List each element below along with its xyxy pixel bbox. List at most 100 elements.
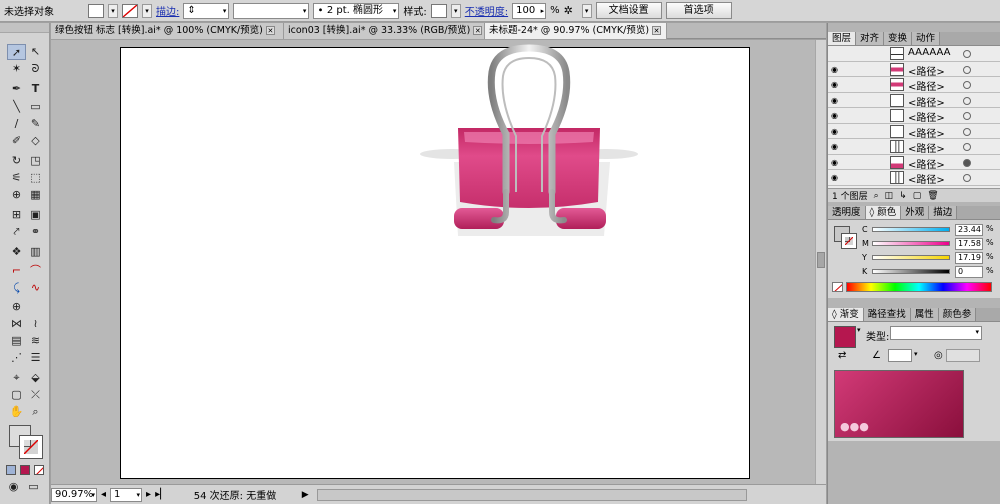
next-page-icon[interactable]: ▸	[146, 489, 151, 500]
wave-tool-icon[interactable]: ≀	[26, 316, 45, 332]
tab-align[interactable]: 对齐	[856, 32, 885, 45]
layer-row[interactable]: AAAAAA	[828, 46, 1000, 62]
none-color-icon[interactable]	[832, 282, 843, 292]
fill-dropdown[interactable]: ▾	[108, 3, 118, 18]
close-tab-icon[interactable]: ✕	[473, 26, 483, 35]
magenta-slider[interactable]: M 17.58%	[828, 238, 1000, 252]
scale-tool-icon[interactable]: ◳	[26, 153, 45, 169]
list-tool-icon[interactable]: ☰	[26, 350, 45, 366]
color-spectrum[interactable]	[846, 282, 992, 292]
draw-normal-icon[interactable]: ◉	[4, 479, 23, 495]
stroke-weight-field[interactable]: ⇕ ▾	[183, 2, 230, 19]
close-tab-icon[interactable]: ✕	[265, 26, 275, 35]
live-paint-select-tool-icon[interactable]: ⬙	[26, 370, 45, 386]
blob-brush-tool-icon[interactable]: ✐	[7, 133, 26, 149]
layer-row[interactable]: ◉ <路径>	[828, 170, 1000, 186]
tab-pathfinder[interactable]: 路径查找	[863, 308, 911, 321]
target-icon[interactable]	[963, 65, 971, 74]
cyan-value[interactable]: 23.44	[955, 224, 983, 236]
tab-actions[interactable]: 动作	[912, 32, 941, 45]
delete-layer-icon[interactable]: 🗑	[927, 191, 938, 201]
pencil-tool-icon[interactable]: ✎	[26, 116, 45, 132]
magenta-track[interactable]	[872, 241, 950, 246]
scroll-thumb[interactable]	[817, 252, 825, 268]
tab-stroke[interactable]: 描边	[929, 206, 958, 219]
width-tool-icon[interactable]: ⚟	[7, 170, 26, 186]
blend-tool-icon[interactable]: ⚭	[26, 224, 45, 240]
eye-icon[interactable]: ◉	[831, 65, 838, 74]
selection-tool-icon[interactable]: ➚	[7, 44, 26, 60]
target-icon[interactable]	[963, 143, 971, 151]
toolbox-grip[interactable]	[0, 23, 49, 33]
line-tool-icon[interactable]: ╲	[7, 99, 26, 115]
pen-tool-icon[interactable]: ✒	[7, 81, 26, 97]
target-icon[interactable]	[963, 174, 971, 182]
column-graph-tool-icon[interactable]: ▥	[26, 244, 45, 260]
layer-row[interactable]: ◉ <路径>	[828, 123, 1000, 140]
tab-attributes[interactable]: 属性	[910, 308, 939, 321]
recolor-dropdown[interactable]: ▾	[581, 3, 592, 18]
hand-tool-icon[interactable]: ✋	[7, 404, 26, 420]
black-slider[interactable]: K 0%	[828, 266, 1000, 280]
eyedropper-tool-icon[interactable]: ⤤	[7, 224, 26, 240]
style-dropdown[interactable]: ▾	[450, 3, 461, 18]
live-paint-tool-icon[interactable]: ⌖	[7, 370, 26, 386]
perspective-grid-tool-icon[interactable]: ▦	[26, 187, 45, 203]
eye-icon[interactable]: ◉	[831, 96, 838, 105]
direct-selection-tool-icon[interactable]: ↖	[26, 44, 45, 60]
status-menu-icon[interactable]: ▶	[302, 490, 309, 500]
document-tab-1[interactable]: icon03 [转换].ai* @ 33.33% (RGB/预览) ✕	[284, 23, 485, 39]
style-swatch[interactable]	[430, 3, 447, 18]
tab-gradient[interactable]: ◊ 渐变	[828, 308, 864, 321]
graph-line-tool-icon[interactable]: ⋰	[7, 350, 26, 366]
knife-tool-icon[interactable]: ⤫	[26, 387, 45, 403]
target-icon[interactable]	[963, 81, 971, 89]
tab-color[interactable]: ◊ 颜色	[865, 206, 902, 219]
gradient-type-select[interactable]: ▾	[890, 326, 982, 340]
yellow-track[interactable]	[872, 255, 950, 260]
yellow-value[interactable]: 17.19	[955, 252, 983, 264]
reverse-gradient-icon[interactable]: ⇄	[838, 350, 846, 361]
target-icon[interactable]	[963, 96, 971, 105]
document-tab-2[interactable]: 未标题-24* @ 90.97% (CMYK/预览) ✕	[485, 23, 667, 39]
stroke-color-swatch[interactable]	[19, 435, 43, 459]
type-tool-icon[interactable]: T	[26, 81, 45, 97]
eye-icon[interactable]: ◉	[831, 173, 838, 182]
new-sublayer-icon[interactable]: ↳	[899, 191, 907, 201]
angle-dropdown[interactable]: ▾	[914, 350, 918, 358]
brush-profile-field[interactable]: ∙ 2 pt. 椭圆形 ▾	[313, 2, 400, 19]
cyan-track[interactable]	[872, 227, 950, 232]
recolor-icon[interactable]: ✲	[564, 4, 578, 17]
opacity-link[interactable]: 不透明度:	[465, 3, 508, 18]
envelope-tool-icon[interactable]: ⋈	[7, 316, 26, 332]
new-layer-icon[interactable]: ▢	[913, 191, 922, 201]
layer-row[interactable]: ◉ <路径>	[828, 139, 1000, 155]
crosshair-tool-icon[interactable]: ⊕	[7, 299, 26, 315]
zoom-field[interactable]: 90.97% ▾	[51, 487, 97, 502]
symbol-sprayer-tool-icon[interactable]: ❖	[7, 244, 26, 260]
zoom-tool-icon[interactable]: ⌕	[26, 404, 45, 420]
target-icon[interactable]	[963, 127, 971, 136]
layer-row[interactable]: ◉ <路径>	[828, 108, 1000, 124]
binder-clip-artwork[interactable]	[410, 42, 650, 242]
document-tab-0[interactable]: 绿色按钮 标志 [转换].ai* @ 100% (CMYK/预览) ✕	[51, 23, 284, 39]
magenta-value[interactable]: 17.58	[955, 238, 983, 250]
horizontal-scrollbar[interactable]	[316, 488, 747, 501]
color-mode-none-icon[interactable]	[34, 465, 44, 475]
tab-transparency[interactable]: 透明度	[828, 206, 866, 219]
stroke-link[interactable]: 描边:	[156, 3, 179, 18]
eye-icon[interactable]: ◉	[831, 127, 838, 136]
color-mode-gradient-icon[interactable]	[20, 465, 30, 475]
screen-mode-icon[interactable]: ▭	[24, 479, 43, 495]
stroke-swatch[interactable]	[122, 3, 138, 18]
aspect-ratio-field[interactable]	[946, 349, 980, 362]
free-transform-tool-icon[interactable]: ⬚	[26, 170, 45, 186]
yellow-slider[interactable]: Y 17.19%	[828, 252, 1000, 266]
slice-tool-icon[interactable]: ⌒	[26, 263, 45, 279]
layer-row[interactable]: ◉ <路径>	[828, 92, 1000, 109]
aspect-ratio-icon[interactable]: ◎	[934, 350, 943, 361]
reshape-tool-icon[interactable]: ⤹	[7, 280, 26, 296]
angle-icon[interactable]: ∠	[872, 350, 881, 361]
gradient-tool-icon[interactable]: ▣	[26, 207, 45, 223]
gradient-swatch-dropdown[interactable]: ▾	[857, 326, 861, 334]
